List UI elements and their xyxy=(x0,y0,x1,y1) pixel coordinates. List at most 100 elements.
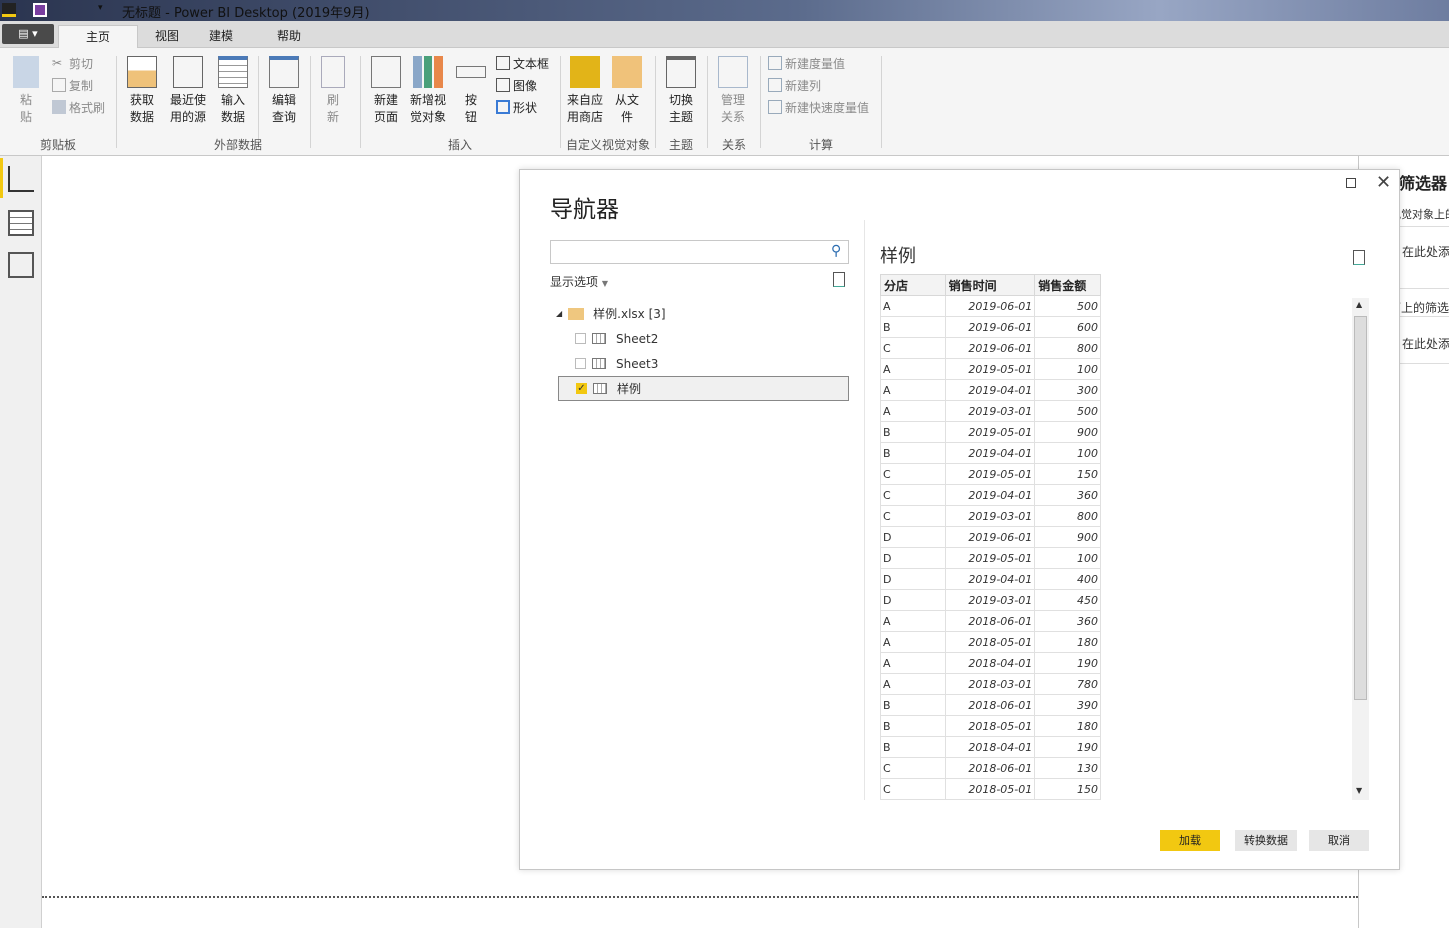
recent-sources-button[interactable]: 最近使用的源 xyxy=(166,56,210,126)
tree-item-sheet[interactable]: ✓ 样例 xyxy=(558,376,849,401)
textbox-button[interactable]: 文本框 xyxy=(496,54,549,72)
new-page-icon xyxy=(371,56,401,88)
cell-branch: C xyxy=(880,757,946,779)
table-row: A 2019-04-01 300 xyxy=(880,379,1101,401)
new-quick-measure-button[interactable]: 新建快速度量值 xyxy=(768,98,869,116)
visual-filters-heading: 此视觉对象上的筛选器 xyxy=(1399,208,1449,221)
table-row: C 2019-05-01 150 xyxy=(880,463,1101,485)
enter-data-button[interactable]: 输入数据 xyxy=(216,56,250,126)
cell-branch: B xyxy=(880,715,946,737)
table-row: B 2018-04-01 190 xyxy=(880,736,1101,758)
cell-sale-date: 2018-03-01 xyxy=(944,673,1036,695)
cell-sale-amount: 600 xyxy=(1034,316,1101,338)
checkbox[interactable] xyxy=(575,333,586,344)
maximize-icon[interactable] xyxy=(1346,178,1356,188)
table-row: D 2019-05-01 100 xyxy=(880,547,1101,569)
new-column-button[interactable]: 新建列 xyxy=(768,76,821,94)
cell-sale-amount: 400 xyxy=(1034,568,1101,590)
shapes-button[interactable]: 形状 xyxy=(496,98,537,116)
tree-item-sheet[interactable]: Sheet3 xyxy=(558,351,849,376)
cell-sale-amount: 100 xyxy=(1034,547,1101,569)
buttons-button[interactable]: 按钮 xyxy=(454,56,488,126)
cell-branch: A xyxy=(880,295,946,317)
search-input[interactable] xyxy=(550,240,849,264)
tab-help[interactable]: 帮助 xyxy=(262,25,316,49)
format-painter-button[interactable]: 格式刷 xyxy=(52,98,105,116)
shapes-icon xyxy=(496,100,510,114)
table-icon xyxy=(218,56,248,88)
column-header-sale-amount[interactable]: 销售金额 xyxy=(1034,274,1101,296)
cell-sale-date: 2018-04-01 xyxy=(944,736,1036,758)
display-options-dropdown[interactable]: 显示选项 ▼ xyxy=(550,273,608,290)
cell-sale-date: 2019-06-01 xyxy=(944,337,1036,359)
model-view-icon[interactable] xyxy=(8,252,34,278)
checkbox[interactable] xyxy=(575,358,586,369)
folder-chart-icon xyxy=(612,56,642,88)
close-icon[interactable]: ✕ xyxy=(1376,172,1391,193)
cell-branch: D xyxy=(880,568,946,590)
data-view-icon[interactable] xyxy=(8,210,34,236)
table-icon xyxy=(593,383,607,394)
column-header-branch[interactable]: 分店 xyxy=(880,274,946,296)
add-page-filter-dropzone[interactable]: 在此处添加 xyxy=(1399,316,1449,364)
edit-queries-button[interactable]: 编辑查询 xyxy=(264,56,304,126)
vertical-scrollbar[interactable]: ▲ ▼ xyxy=(1352,298,1369,800)
preview-table-container: 分店 销售时间 销售金额 A 2019-06-01 500 B 2019-06-01 60… xyxy=(880,274,1102,800)
tab-view[interactable]: 视图 xyxy=(140,25,194,49)
manage-relationships-button[interactable]: 管理关系 xyxy=(716,56,750,126)
scroll-up-icon[interactable]: ▲ xyxy=(1356,300,1362,309)
cell-sale-date: 2018-06-01 xyxy=(944,694,1036,716)
database-file-icon xyxy=(127,56,157,88)
scroll-down-icon[interactable]: ▼ xyxy=(1356,786,1362,795)
cell-branch: B xyxy=(880,316,946,338)
divider xyxy=(655,56,656,148)
load-button[interactable]: 加载 xyxy=(1160,830,1220,851)
table-row: D 2019-06-01 900 xyxy=(880,526,1101,548)
window-title: 无标题 - Power BI Desktop (2019年9月) xyxy=(122,6,370,21)
column-header-sale-date[interactable]: 销售时间 xyxy=(944,274,1036,296)
preview-title: 样例 xyxy=(880,246,916,267)
refresh-preview-icon[interactable] xyxy=(1353,250,1365,265)
from-file-button[interactable]: 从文件 xyxy=(610,56,644,126)
cut-button[interactable]: ✂ 剪切 xyxy=(52,54,93,72)
calculator-icon xyxy=(768,56,782,70)
group-label-insert: 插入 xyxy=(448,138,473,152)
scrollbar-thumb[interactable] xyxy=(1354,316,1367,700)
table-row: B 2018-06-01 390 xyxy=(880,694,1101,716)
switch-theme-button[interactable]: 切换主题 xyxy=(662,56,700,126)
image-icon xyxy=(496,78,510,92)
transform-data-button[interactable]: 转换数据 xyxy=(1235,830,1297,851)
file-menu-button[interactable]: ▤ ▾ xyxy=(2,24,54,44)
cell-sale-date: 2019-03-01 xyxy=(944,589,1036,611)
quick-access-dropdown-icon[interactable]: ▾ xyxy=(98,3,103,13)
report-view-icon[interactable] xyxy=(8,166,34,192)
image-button[interactable]: 图像 xyxy=(496,76,537,94)
table-row: A 2018-03-01 780 xyxy=(880,673,1101,695)
tree-file-node[interactable]: ◢ 样例.xlsx [3] xyxy=(556,305,666,322)
cell-sale-amount: 150 xyxy=(1034,778,1101,800)
tree-item-sheet[interactable]: Sheet2 xyxy=(558,326,849,351)
tab-modeling[interactable]: 建模 xyxy=(194,25,248,49)
copy-button[interactable]: 复制 xyxy=(52,76,93,94)
tab-home[interactable]: 主页 xyxy=(58,25,138,49)
cell-sale-amount: 190 xyxy=(1034,736,1101,758)
search-icon[interactable]: ⚲ xyxy=(831,243,841,259)
refresh-file-icon[interactable] xyxy=(833,272,845,287)
add-filter-dropzone[interactable]: 在此处添加 xyxy=(1399,226,1449,289)
refresh-button[interactable]: 刷新 xyxy=(318,56,348,126)
get-data-button[interactable]: 获取数据 xyxy=(122,56,162,126)
paste-button[interactable]: 粘贴 xyxy=(12,56,40,126)
new-visual-button[interactable]: 新增视觉对象 xyxy=(408,56,448,126)
checkbox[interactable]: ✓ xyxy=(576,383,587,394)
new-measure-button[interactable]: 新建度量值 xyxy=(768,54,845,72)
chevron-down-icon: ▼ xyxy=(601,279,608,288)
cancel-button[interactable]: 取消 xyxy=(1309,830,1369,851)
new-page-button[interactable]: 新建页面 xyxy=(366,56,406,126)
from-marketplace-button[interactable]: 来自应用商店 xyxy=(564,56,606,126)
save-icon[interactable] xyxy=(33,3,47,17)
cell-sale-date: 2018-05-01 xyxy=(944,715,1036,737)
divider xyxy=(560,56,561,148)
cell-sale-date: 2018-04-01 xyxy=(944,652,1036,674)
page-boundary xyxy=(42,896,1358,898)
cell-sale-date: 2018-06-01 xyxy=(944,610,1036,632)
